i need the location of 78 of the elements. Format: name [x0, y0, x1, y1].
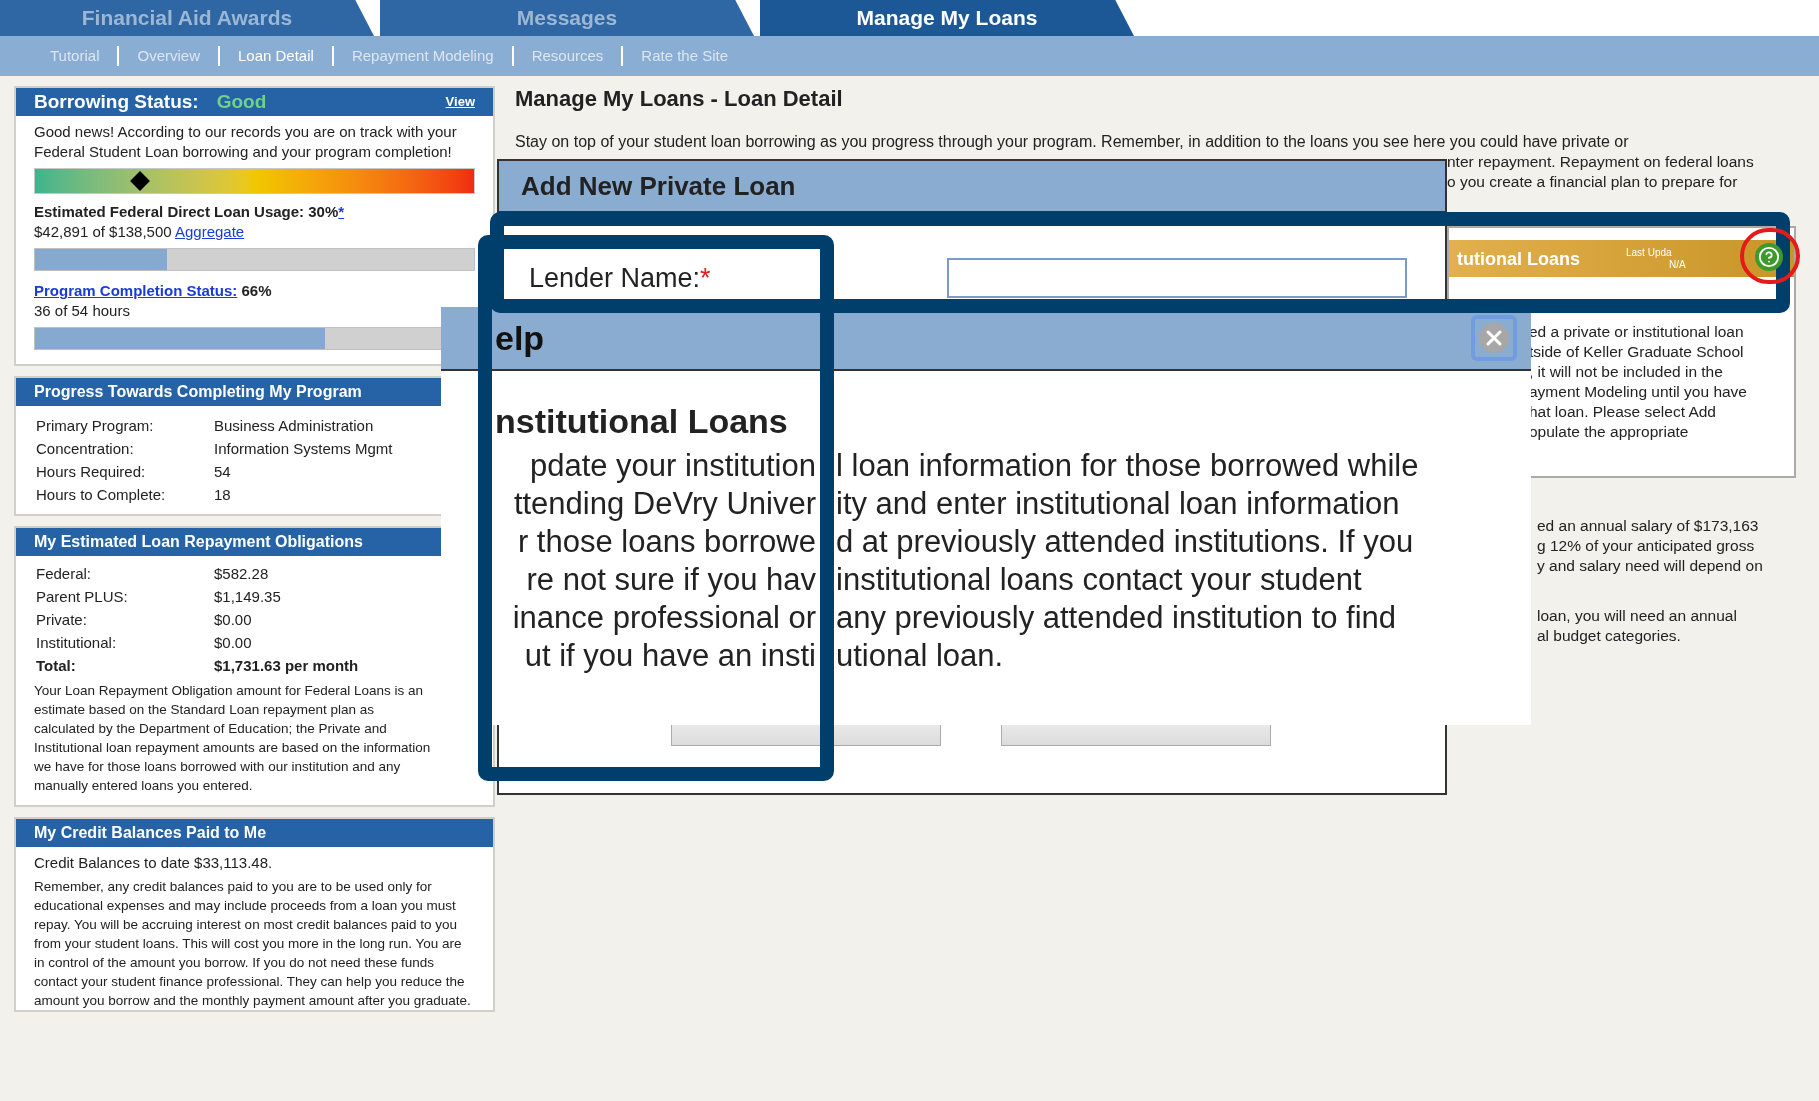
repayment-note: Your Loan Repayment Obligation amount for Federal Loans is an estimate based on the Standard Loan repayment plan as calculated by the Department of Education; the Private and Institutional loan repayment amounts are based on the information we have for those loans borrowed with our institution and any manually entered loans you entered. [34, 682, 432, 795]
panel-title: My Estimated Loan Repayment Obligations [34, 532, 363, 552]
status-label: Good [216, 89, 267, 114]
body-text: g 12% of your anticipated gross [1537, 536, 1756, 556]
help-text: re not sure if you hav [526, 561, 816, 599]
status-message: Good news! According to our records you are on track with your Federal Student Loan borrowing and your program completion! [34, 122, 458, 162]
panel-title: Borrowing Status: [34, 89, 199, 114]
row-label: Private: [36, 610, 88, 630]
row-value: $0.00 [214, 633, 252, 653]
sub-nav-link[interactable]: Resources [511, 46, 622, 66]
row-value: $1,731.63 per month [214, 656, 359, 676]
help-text: r those loans borrowe [517, 523, 816, 561]
body-text: al budget categories. [1537, 626, 1682, 646]
updated-label: Last Upda [1626, 246, 1672, 259]
intro-text: Stay on top of your student loan borrowing as you progress through your program. Remember, in addition to the loans you see here you could have private or [515, 132, 1630, 152]
usage-text: Estimated Federal Direct Loan Usage: 30%* [34, 202, 346, 222]
card-text: ayment Modeling until you have [1529, 382, 1748, 402]
row-value: 18 [214, 485, 231, 505]
credit-note: Remember, any credit balances paid to you are to be used only for educational expenses and may include proceeds from a loan you must repay. You will be accruing interest on most credit balances paid to you from your student loans. This will cost you more in the long run. You are in control of the amount you borrow. If you do not need these funds contact your student finance professional. They can help you reduce the amount you borrow and the monthly payment amount after you graduate. [34, 878, 472, 1010]
dialog-title: Add New Private Loan [521, 169, 796, 203]
help-text: ut if you have an insti [524, 637, 816, 675]
panel-title: My Credit Balances Paid to Me [34, 823, 267, 843]
nav-tab[interactable]: Messages [380, 0, 754, 36]
help-text: institutional loans contact your student [836, 561, 1362, 599]
help-text: ttending DeVry Univer [513, 485, 816, 523]
sub-nav-link[interactable]: Loan Detail [218, 46, 332, 66]
close-button[interactable] [1471, 315, 1517, 361]
intro-text: nter repayment. Repayment on federal loans [1447, 152, 1755, 172]
help-text: d at previously attended institutions. If you [836, 523, 1414, 561]
updated-value: N/A [1668, 258, 1686, 271]
row-label: Hours Required: [36, 462, 147, 482]
row-value: 54 [214, 462, 231, 482]
sub-nav-link[interactable]: Overview [117, 46, 218, 66]
help-text: l loan information for those borrowed while [836, 447, 1419, 485]
help-text: pdate your institution [529, 447, 816, 485]
completion-text: Program Completion Status: 66% [34, 281, 273, 301]
row-label: Total: [36, 656, 77, 676]
row-value: $1,149.35 [214, 587, 281, 607]
panel-title: Progress Towards Completing My Program [34, 382, 362, 402]
row-value: Information Systems Mgmt [214, 439, 393, 459]
credit-balance: Credit Balances to date $33,113.48. [34, 853, 274, 873]
sub-nav-link[interactable]: Rate the Site [621, 46, 747, 66]
help-text: ity and enter institutional loan information [836, 485, 1400, 523]
card-text: opulate the appropriate [1529, 422, 1690, 442]
body-text: loan, you will need an annual [1537, 606, 1738, 626]
row-label: Concentration: [36, 439, 135, 459]
field-label: Lender Name:* [529, 262, 712, 295]
row-label: Hours to Complete: [36, 485, 167, 505]
footnote-link[interactable]: * [338, 203, 345, 220]
sub-nav-link[interactable]: Tutorial [32, 46, 118, 66]
card-title: tutional Loans [1457, 248, 1580, 269]
body-text: y and salary need will depend on [1537, 556, 1764, 576]
aggregate-link[interactable]: Aggregate [175, 223, 245, 240]
lender-name-field[interactable] [947, 258, 1407, 299]
help-text: utional loan. [836, 637, 1004, 675]
page-title: Manage My Loans - Loan Detail [515, 86, 844, 112]
card-text: , it will not be included in the [1529, 362, 1724, 382]
hours-text: 36 of 54 hours [34, 301, 131, 321]
row-value: Business Administration [214, 416, 374, 436]
close-icon [1479, 323, 1509, 353]
row-label: Institutional: [36, 633, 118, 653]
row-label: Parent PLUS: [36, 587, 129, 607]
usage-amount: $42,891 of $138,500 Aggregate [34, 222, 246, 242]
help-text: any previously attended institution to find [836, 599, 1397, 637]
row-value: $582.28 [214, 564, 269, 584]
row-label: Primary Program: [36, 416, 155, 436]
body-text: ed an annual salary of $173,163 [1537, 516, 1760, 536]
help-text: inance professional or [512, 599, 816, 637]
view-link[interactable]: View [445, 92, 475, 112]
nav-tab[interactable]: Financial Aid Awards [0, 0, 374, 36]
help-heading: nstitutional Loans [494, 401, 789, 441]
row-value: $0.00 [214, 610, 252, 630]
sub-nav-link[interactable]: Repayment Modeling [331, 46, 512, 66]
dialog-title: elp [495, 317, 545, 359]
nav-tab[interactable]: Manage My Loans [760, 0, 1134, 36]
row-label: Federal: [36, 564, 93, 584]
intro-text: o you create a financial plan to prepare for [1447, 172, 1739, 192]
completion-link[interactable]: Program Completion Status: [34, 282, 238, 299]
